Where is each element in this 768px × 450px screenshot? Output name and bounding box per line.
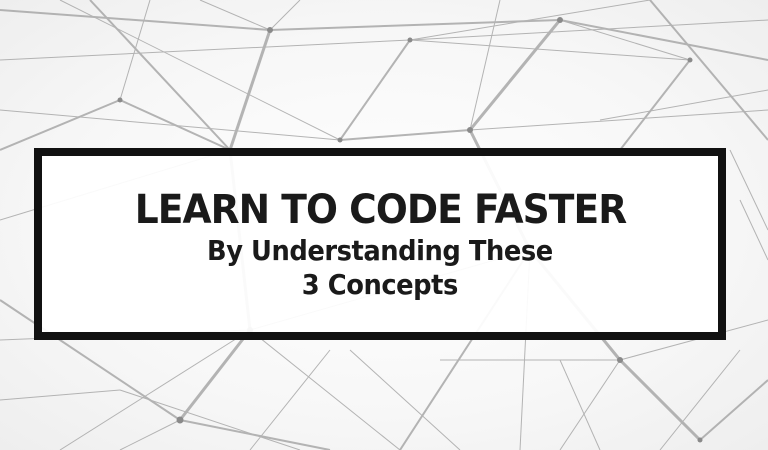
title-frame: LEARN TO CODE FASTER By Understanding Th…	[34, 148, 726, 340]
subheadline-line-1: By Understanding These	[207, 234, 553, 267]
headline: LEARN TO CODE FASTER	[134, 187, 626, 233]
subheadline-line-2: 3 Concepts	[301, 268, 459, 301]
banner-canvas: LEARN TO CODE FASTER By Understanding Th…	[0, 0, 768, 450]
